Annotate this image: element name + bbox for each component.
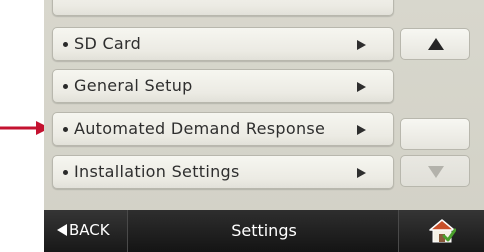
chevron-right-icon: [357, 125, 366, 135]
back-arrow-icon: [57, 224, 67, 236]
menu-item-label: Installation Settings: [74, 162, 240, 181]
side-blank-button[interactable]: [400, 118, 470, 150]
triangle-up-icon: [428, 38, 444, 50]
menu-item-general-setup[interactable]: General Setup: [52, 69, 394, 103]
menu-item-sd-card[interactable]: SD Card: [52, 27, 394, 61]
callout-arrow: [0, 121, 50, 135]
bullet-icon: [63, 127, 68, 132]
triangle-down-icon: [428, 166, 444, 178]
page-title: Settings: [231, 221, 297, 240]
home-button[interactable]: [398, 210, 484, 252]
bullet-icon: [63, 84, 68, 89]
scroll-up-button[interactable]: [400, 28, 470, 60]
bottom-bar: BACK Settings: [44, 210, 484, 252]
menu-item-partial[interactable]: [52, 0, 394, 16]
thermostat-screen: SD Card General Setup Automated Demand R…: [44, 0, 484, 252]
chevron-right-icon: [357, 168, 366, 178]
bullet-icon: [63, 42, 68, 47]
menu-item-label: Automated Demand Response: [74, 119, 326, 138]
home-icon: [429, 219, 456, 243]
menu-item-label: SD Card: [74, 34, 142, 53]
chevron-right-icon: [357, 82, 366, 92]
menu-item-label: General Setup: [74, 76, 193, 95]
bullet-icon: [63, 170, 68, 175]
back-button[interactable]: BACK: [44, 210, 128, 252]
chevron-right-icon: [357, 40, 366, 50]
menu-item-automated-demand-response[interactable]: Automated Demand Response: [52, 112, 394, 146]
back-label: BACK: [69, 221, 110, 239]
scroll-down-button[interactable]: [400, 155, 470, 187]
menu-item-installation-settings[interactable]: Installation Settings: [52, 155, 394, 189]
